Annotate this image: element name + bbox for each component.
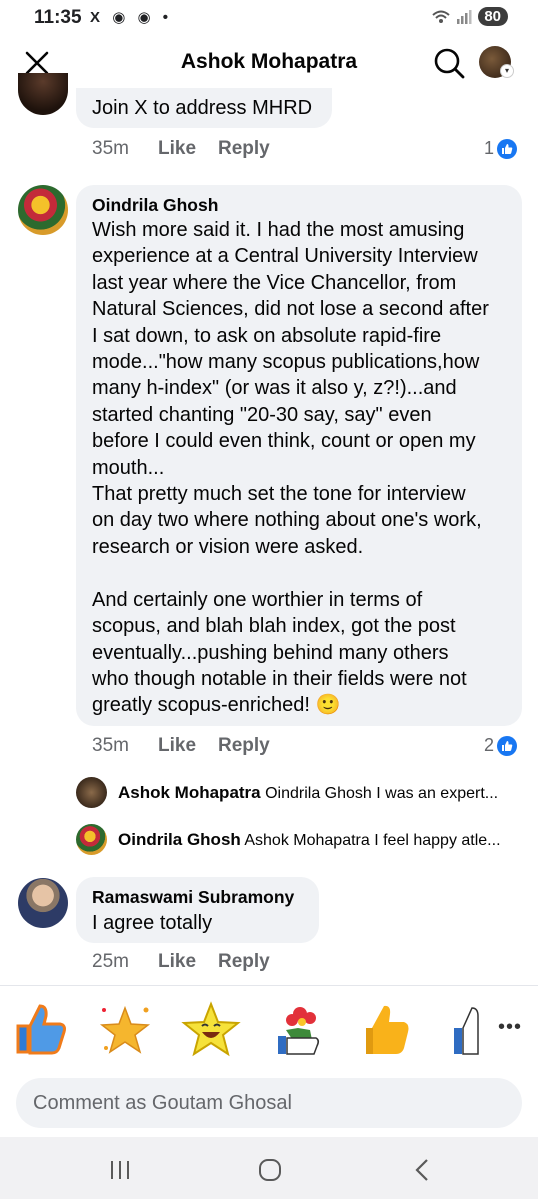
chrome-icon: ◉ [112, 9, 126, 26]
signal-icon [457, 9, 472, 24]
comment-bubble: Oindrila Ghosh Wish more said it. I had … [76, 185, 522, 726]
reply-button[interactable]: Reply [218, 951, 270, 973]
comment-author[interactable]: Ramaswami Subramony [92, 887, 294, 908]
smiling-star-sticker[interactable] [180, 1000, 241, 1058]
reply-button[interactable]: Reply [218, 138, 270, 160]
reply-button[interactable]: Reply [218, 735, 270, 757]
comment-text: Wish more said it. I had the most amusin… [92, 219, 489, 717]
comment-time: 35m [92, 735, 129, 756]
like-button[interactable]: Like [158, 138, 218, 160]
reply-preview-row[interactable]: Oindrila Ghosh Ashok Mohapatra I feel ha… [76, 824, 526, 856]
reaction-count-number: 1 [484, 138, 495, 158]
comment-time: 25m [92, 951, 129, 972]
reaction-count[interactable]: 1 [484, 138, 518, 159]
recent-apps-button[interactable] [100, 1155, 140, 1185]
comment-actions: 35m Like Reply [92, 735, 270, 757]
search-icon [434, 48, 465, 79]
sparkle-star-sticker[interactable] [96, 1000, 154, 1058]
recent-apps-icon [111, 1161, 129, 1179]
comment-actions: 35m Like Reply [92, 138, 270, 160]
reply-preview-row[interactable]: Ashok Mohapatra Oindrila Ghosh I was an … [76, 777, 526, 809]
back-button[interactable] [402, 1155, 442, 1185]
comment-time: 35m [92, 138, 129, 159]
more-stickers-icon[interactable]: ••• [498, 1016, 522, 1039]
avatar [76, 777, 107, 808]
home-icon [259, 1159, 281, 1181]
system-nav-bar [0, 1137, 538, 1199]
battery-indicator: 80 [478, 7, 508, 26]
avatar [76, 824, 107, 855]
chevron-down-icon[interactable]: ▾ [500, 64, 514, 78]
comment-author[interactable]: Oindrila Ghosh [92, 195, 218, 216]
reply-author: Oindrila Ghosh [118, 830, 241, 849]
comment-bubble: Join X to address MHRD [76, 88, 332, 128]
like-button[interactable]: Like [158, 951, 218, 973]
x-app-icon: X [90, 9, 101, 26]
top-bar: Ashok Mohapatra ▾ [0, 38, 538, 88]
chrome-icon-2: ◉ [137, 9, 151, 26]
yellow-thumbs-sticker[interactable] [358, 1000, 416, 1058]
avatar[interactable] [18, 878, 68, 928]
wifi-icon [432, 10, 450, 23]
comment-input[interactable] [16, 1078, 522, 1128]
status-bar: 11:35 X ◉ ◉ • 80 [0, 0, 538, 38]
notification-icons: X ◉ ◉ • [90, 8, 176, 26]
avatar[interactable] [18, 73, 68, 115]
flower-thumbs-sticker[interactable] [272, 1000, 330, 1058]
thumbs-up-sticker[interactable] [10, 1000, 68, 1058]
back-icon [415, 1159, 428, 1181]
partial-sticker[interactable] [448, 1000, 488, 1058]
sticker-bar: ••• [0, 985, 538, 1070]
comment-text: Join X to address MHRD [92, 97, 313, 119]
system-icons: 80 [432, 7, 508, 26]
comment-actions: 25m Like Reply [92, 951, 270, 973]
reply-preview-text: Oindrila Ghosh I was an expert... [265, 785, 499, 802]
like-button[interactable]: Like [158, 735, 218, 757]
avatar[interactable] [18, 185, 68, 235]
reply-author: Ashok Mohapatra [118, 783, 261, 802]
home-button[interactable] [250, 1155, 290, 1185]
more-notifications-icon: • [162, 9, 168, 26]
comment-text: I agree totally [92, 912, 213, 934]
status-time: 11:35 [34, 7, 82, 28]
search-button[interactable] [432, 46, 466, 80]
like-reaction-icon [497, 735, 518, 756]
like-reaction-icon [497, 138, 518, 159]
reply-preview-text: Ashok Mohapatra I feel happy atle... [244, 832, 501, 849]
reaction-count-number: 2 [484, 735, 495, 755]
reaction-count[interactable]: 2 [484, 735, 518, 756]
comment-bubble: Ramaswami Subramony I agree totally [76, 877, 319, 943]
